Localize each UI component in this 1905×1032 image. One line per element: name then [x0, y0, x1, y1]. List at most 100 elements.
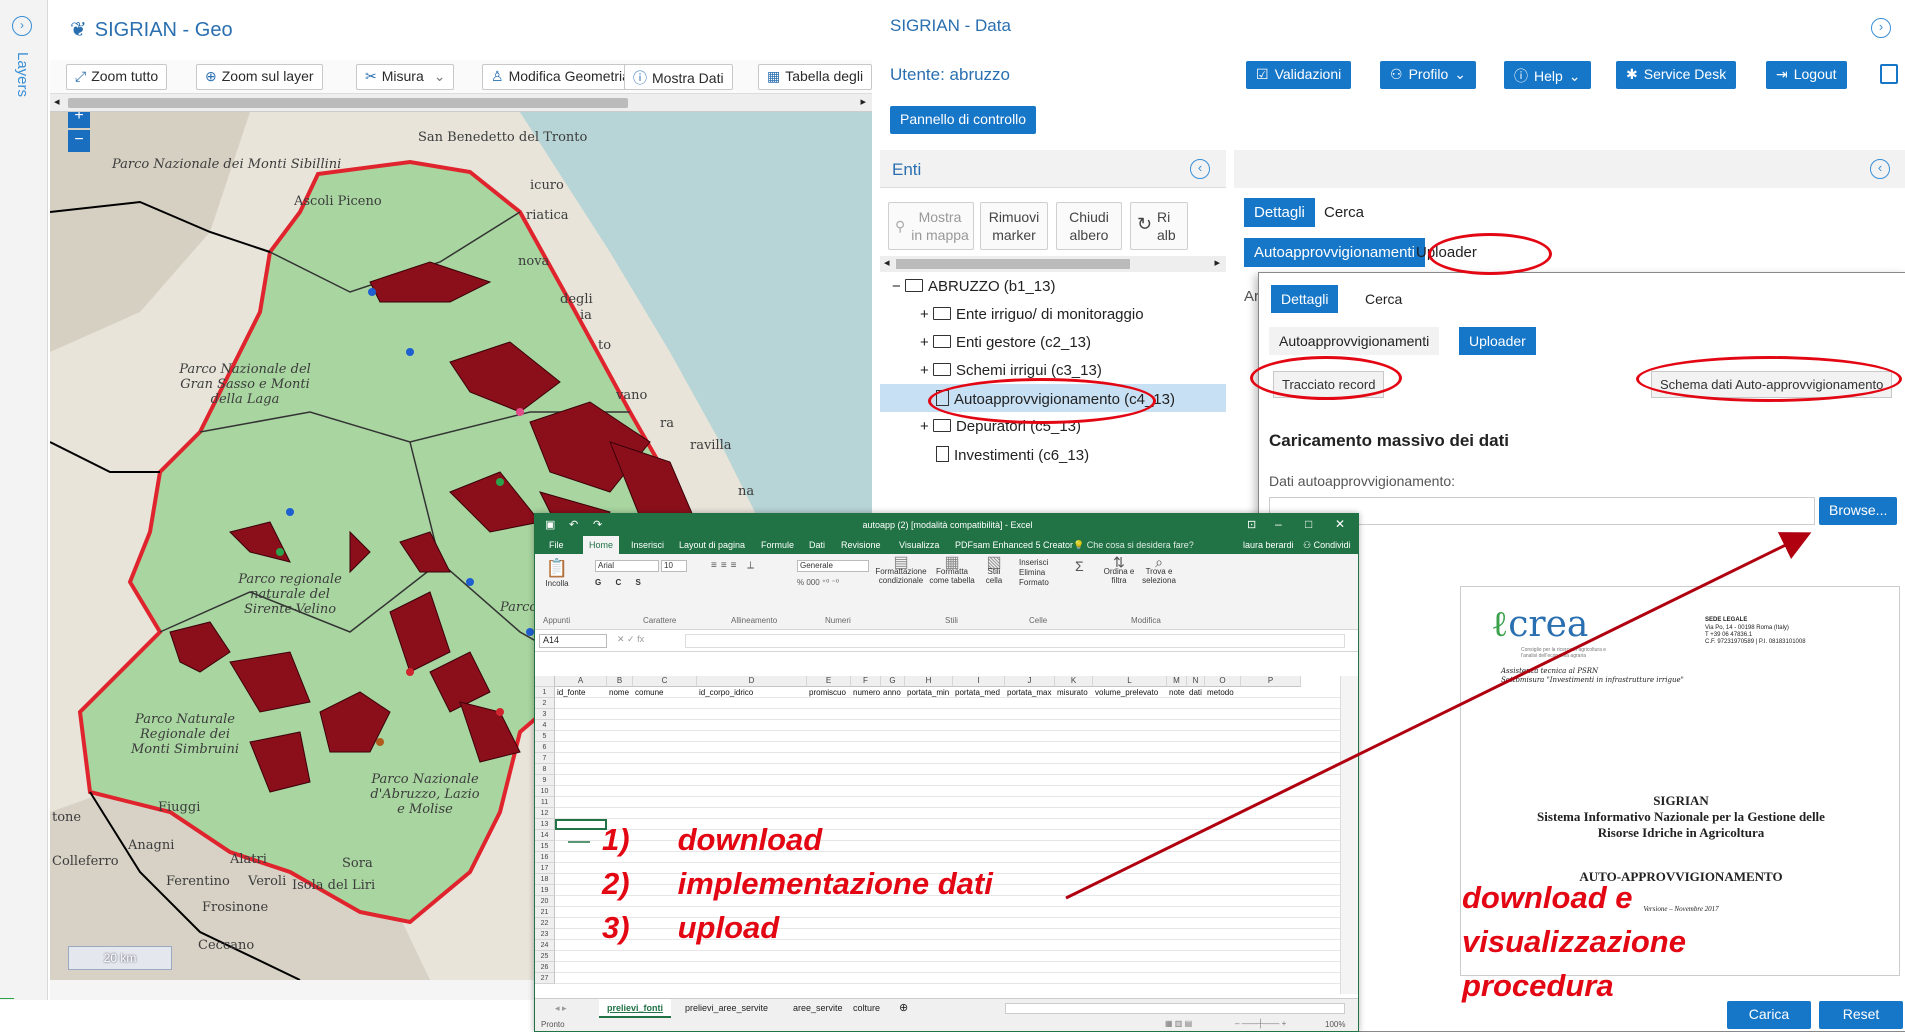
ribbon-options-icon[interactable]: ⊡: [1247, 518, 1256, 531]
row-header[interactable]: 20: [535, 896, 555, 907]
horizontal-scrollbar[interactable]: [1005, 1003, 1345, 1014]
layers-label[interactable]: Layers: [14, 52, 31, 97]
font-select[interactable]: Arial: [595, 560, 659, 572]
ribbon-tab-dati[interactable]: Dati: [809, 540, 825, 550]
sheet-tab-aree-servite[interactable]: aree_servite: [793, 1003, 843, 1013]
header-cell[interactable]: nome: [607, 687, 633, 698]
add-sheet-icon[interactable]: ⊕: [899, 1001, 908, 1014]
ribbon-tab-home[interactable]: Home: [583, 536, 620, 554]
sort-filter-button[interactable]: ⇅ Ordina e filtra: [1099, 555, 1139, 585]
scrollbar-thumb[interactable]: [896, 259, 1130, 269]
scroll-right-icon[interactable]: ▸: [1214, 256, 1220, 269]
zoom-slider[interactable]: – ——┼—— +: [1235, 1019, 1286, 1028]
view-buttons[interactable]: ▦ ▥ ▤: [1165, 1019, 1192, 1028]
zoom-in-button[interactable]: +: [68, 112, 90, 128]
popup-tab-uploader[interactable]: Uploader: [1459, 327, 1536, 355]
row-header[interactable]: 5: [535, 731, 555, 742]
help-button[interactable]: ⓘ Help ⌄: [1504, 61, 1591, 89]
header-cell[interactable]: portata_max: [1005, 687, 1055, 698]
cell-styles-button[interactable]: ▧ Stili cella: [979, 555, 1009, 586]
vertical-scrollbar[interactable]: [1340, 676, 1358, 994]
validazioni-button[interactable]: ☑ Validazioni: [1246, 61, 1352, 89]
ribbon-tab-pdfsam[interactable]: PDFsam Enhanced 5 Creator: [955, 540, 1073, 550]
header-cell[interactable]: numero: [851, 687, 881, 698]
row-header[interactable]: 21: [535, 907, 555, 918]
header-cell[interactable]: promiscuo: [807, 687, 851, 698]
share-button[interactable]: ⚇ Condividi: [1303, 540, 1351, 551]
column-header[interactable]: P: [1241, 676, 1301, 687]
row-header[interactable]: 12: [535, 808, 555, 819]
align-buttons[interactable]: ≡≡≡ ⟂: [711, 560, 758, 571]
column-header[interactable]: F: [851, 676, 881, 687]
row-header[interactable]: 9: [535, 775, 555, 786]
collapse-left-icon[interactable]: ‹: [1190, 159, 1210, 179]
column-header[interactable]: K: [1055, 676, 1093, 687]
conditional-format-button[interactable]: ▤ Formattazione condizionale: [875, 555, 927, 586]
ribbon-tab-layout[interactable]: Layout di pagina: [679, 540, 745, 550]
column-header[interactable]: M: [1167, 676, 1187, 687]
row-header[interactable]: 8: [535, 764, 555, 775]
expand-layers-icon[interactable]: ›: [12, 16, 32, 36]
carica-button[interactable]: Carica: [1727, 1001, 1811, 1029]
popup-tab-dettagli[interactable]: Dettagli: [1271, 285, 1339, 313]
row-header[interactable]: 3: [535, 709, 555, 720]
tab-dettagli[interactable]: Dettagli: [1244, 198, 1315, 227]
row-header[interactable]: 7: [535, 753, 555, 764]
minimize-icon[interactable]: –: [1275, 517, 1282, 531]
window-icon[interactable]: [1880, 64, 1898, 84]
mostra-mappa-button[interactable]: ⚲ Mostra in mappa: [888, 202, 974, 250]
cells-buttons[interactable]: Inserisci Elimina Formato: [1019, 558, 1049, 588]
column-header[interactable]: O: [1205, 676, 1241, 687]
popup-tab-cerca[interactable]: Cerca: [1355, 285, 1412, 313]
row-header[interactable]: 10: [535, 786, 555, 797]
sheet-nav-icon[interactable]: ◂ ▸: [555, 1003, 567, 1014]
zoom-out-button[interactable]: −: [68, 130, 90, 152]
toolbar-scrollbar[interactable]: ◂ ▸: [50, 94, 872, 112]
scroll-left-icon[interactable]: ◂: [884, 256, 890, 269]
column-header[interactable]: E: [807, 676, 851, 687]
header-cell[interactable]: metodo: [1205, 687, 1241, 698]
tell-me-box[interactable]: 💡 Che cosa si desidera fare?: [1073, 540, 1194, 551]
row-header[interactable]: 19: [535, 885, 555, 896]
column-header[interactable]: N: [1187, 676, 1205, 687]
row-header[interactable]: 4: [535, 720, 555, 731]
refresh-tree-button[interactable]: ↻ Ri alb: [1130, 202, 1188, 250]
header-cell[interactable]: dati: [1187, 687, 1205, 698]
formula-icons[interactable]: ✕ ✓ fx: [617, 634, 644, 645]
service-desk-button[interactable]: ✱ Service Desk: [1616, 61, 1737, 89]
profilo-button[interactable]: ⚇ Profilo ⌄: [1380, 61, 1476, 89]
show-data-button[interactable]: ⓘ Mostra Dati: [624, 64, 733, 90]
row-header[interactable]: 16: [535, 852, 555, 863]
browse-button[interactable]: Browse...: [1819, 497, 1898, 525]
row-header[interactable]: 6: [535, 742, 555, 753]
row-header[interactable]: 14: [535, 830, 555, 841]
header-cell[interactable]: id_fonte: [555, 687, 607, 698]
zoom-layer-button[interactable]: ⊕ Zoom sul layer: [196, 64, 323, 90]
edit-geometry-button[interactable]: ♙ Modifica Geometria: [482, 64, 639, 90]
tab-cerca[interactable]: Cerca: [1314, 198, 1374, 227]
column-header[interactable]: L: [1093, 676, 1167, 687]
font-size-select[interactable]: 10: [661, 560, 687, 572]
number-format-select[interactable]: Generale: [797, 560, 869, 572]
number-buttons[interactable]: % 000 ⁺⁰ ⁻⁰: [797, 578, 839, 587]
sheet-tab-colture[interactable]: colture: [853, 1003, 880, 1013]
row-header[interactable]: 15: [535, 841, 555, 852]
active-cell-A14[interactable]: [555, 819, 607, 830]
column-header[interactable]: G: [881, 676, 905, 687]
column-header[interactable]: A: [555, 676, 607, 687]
ribbon-tab-formule[interactable]: Formule: [761, 540, 794, 550]
tree-node-enti-gestore[interactable]: + Enti gestore (c2_13): [920, 334, 1091, 351]
header-cell[interactable]: [1241, 687, 1301, 698]
paste-button[interactable]: 📋 Incolla: [539, 558, 575, 604]
column-header[interactable]: B: [607, 676, 633, 687]
tree-node-ente-irriguo[interactable]: + Ente irriguo/ di monitoraggio: [920, 306, 1144, 323]
row-header[interactable]: 2: [535, 698, 555, 709]
header-cell[interactable]: anno: [881, 687, 905, 698]
formula-input[interactable]: [685, 634, 1345, 648]
row-header[interactable]: 11: [535, 797, 555, 808]
header-cell[interactable]: misurato: [1055, 687, 1093, 698]
format-table-button[interactable]: ▦ Formatta come tabella: [927, 555, 977, 586]
zoom-all-button[interactable]: ⤢ Zoom tutto: [66, 64, 168, 90]
row-header[interactable]: 24: [535, 940, 555, 951]
sheet-tab-prelievi-aree-servite[interactable]: prelievi_aree_servite: [685, 1003, 768, 1013]
